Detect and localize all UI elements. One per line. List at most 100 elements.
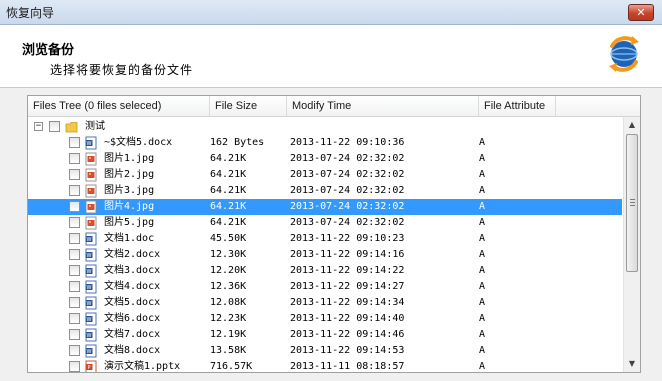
file-name: 文档5.docx — [104, 297, 161, 308]
file-name: 文档4.docx — [104, 281, 161, 292]
image-file-icon — [85, 216, 97, 230]
file-row[interactable]: W 文档1.doc 45.50K 2013-11-22 09:10:23 A — [28, 231, 622, 247]
file-checkbox[interactable] — [69, 265, 80, 276]
file-row[interactable]: W 文档2.docx 12.30K 2013-11-22 09:14:16 A — [28, 247, 622, 263]
scroll-up-arrow[interactable]: ▲ — [626, 119, 638, 131]
root-checkbox[interactable] — [49, 121, 60, 132]
file-row[interactable]: W 文档4.docx 12.36K 2013-11-22 09:14:27 A — [28, 279, 622, 295]
column-header-bar: Files Tree (0 files seleced) File Size M… — [28, 96, 640, 117]
file-row[interactable]: W 文档7.docx 12.19K 2013-11-22 09:14:46 A — [28, 327, 622, 343]
file-attribute: A — [479, 313, 486, 324]
file-row[interactable]: 图片1.jpg 64.21K 2013-07-24 02:32:02 A — [28, 151, 622, 167]
file-row[interactable]: 图片2.jpg 64.21K 2013-07-24 02:32:02 A — [28, 167, 622, 183]
tree-root-row[interactable]: − 测试 — [28, 119, 622, 135]
file-modify-time: 2013-07-24 02:32:02 — [290, 201, 405, 212]
file-modify-time: 2013-11-22 09:14:34 — [290, 297, 405, 308]
file-checkbox[interactable] — [69, 169, 80, 180]
recovery-wizard-window: 恢复向导 ✕ 浏览备份 选择将要恢复的备份文件 Files Tree (0 fi… — [0, 0, 662, 381]
wizard-header: 浏览备份 选择将要恢复的备份文件 — [0, 25, 662, 88]
column-header-file-attribute[interactable]: File Attribute — [479, 96, 556, 116]
file-checkbox[interactable] — [69, 249, 80, 260]
file-size: 12.36K — [210, 281, 247, 292]
file-attribute: A — [479, 361, 486, 372]
column-header-file-size[interactable]: File Size — [210, 96, 287, 116]
file-name: ~$文档5.docx — [104, 137, 173, 148]
file-size: 12.23K — [210, 313, 247, 324]
page-title: 浏览备份 — [22, 43, 75, 58]
word-document-icon: W — [85, 248, 97, 262]
file-name: 图片4.jpg — [104, 201, 155, 212]
file-name: 图片5.jpg — [104, 217, 155, 228]
file-size: 12.30K — [210, 249, 247, 260]
file-attribute: A — [479, 233, 486, 244]
file-size: 12.20K — [210, 265, 247, 276]
image-file-icon — [85, 200, 97, 214]
file-row[interactable]: 图片5.jpg 64.21K 2013-07-24 02:32:02 A — [28, 215, 622, 231]
file-row[interactable]: W 文档5.docx 12.08K 2013-11-22 09:14:34 A — [28, 295, 622, 311]
file-attribute: A — [479, 137, 486, 148]
file-size: 45.50K — [210, 233, 247, 244]
file-checkbox[interactable] — [69, 153, 80, 164]
word-document-icon: W — [85, 280, 97, 294]
file-checkbox[interactable] — [69, 233, 80, 244]
file-row[interactable]: W 文档3.docx 12.20K 2013-11-22 09:14:22 A — [28, 263, 622, 279]
file-modify-time: 2013-07-24 02:32:02 — [290, 185, 405, 196]
svg-text:W: W — [87, 317, 92, 323]
file-checkbox[interactable] — [69, 297, 80, 308]
file-row[interactable]: W 文档8.docx 13.58K 2013-11-22 09:14:53 A — [28, 343, 622, 359]
column-header-files-tree[interactable]: Files Tree (0 files seleced) — [28, 96, 210, 116]
file-size: 64.21K — [210, 153, 247, 164]
svg-text:W: W — [87, 349, 92, 355]
file-checkbox[interactable] — [69, 185, 80, 196]
title-bar[interactable]: 恢复向导 ✕ — [0, 0, 662, 25]
svg-text:W: W — [87, 301, 92, 307]
file-checkbox[interactable] — [69, 361, 80, 372]
svg-text:W: W — [87, 333, 92, 339]
file-checkbox[interactable] — [69, 329, 80, 340]
file-size: 64.21K — [210, 201, 247, 212]
scroll-down-arrow[interactable]: ▼ — [626, 358, 638, 370]
file-modify-time: 2013-11-22 09:10:36 — [290, 137, 405, 148]
folder-icon — [65, 122, 78, 133]
file-name: 文档2.docx — [104, 249, 161, 260]
close-button[interactable]: ✕ — [628, 4, 654, 21]
file-modify-time: 2013-07-24 02:32:02 — [290, 169, 405, 180]
file-attribute: A — [479, 297, 486, 308]
word-document-icon: W — [85, 328, 97, 342]
word-document-icon: W — [85, 264, 97, 278]
file-modify-time: 2013-11-22 09:14:27 — [290, 281, 405, 292]
file-modify-time: 2013-07-24 02:32:02 — [290, 217, 405, 228]
column-header-modify-time[interactable]: Modify Time — [287, 96, 479, 116]
file-row[interactable]: W 文档6.docx 12.23K 2013-11-22 09:14:40 A — [28, 311, 622, 327]
svg-text:P: P — [87, 365, 90, 371]
scroll-thumb[interactable] — [626, 134, 638, 272]
collapse-expander[interactable]: − — [34, 122, 43, 131]
svg-text:W: W — [87, 237, 92, 243]
file-row[interactable]: P 演示文稿1.pptx 716.57K 2013-11-11 08:18:57 A — [28, 359, 622, 372]
file-attribute: A — [479, 329, 486, 340]
file-attribute: A — [479, 265, 486, 276]
file-modify-time: 2013-11-22 09:14:22 — [290, 265, 405, 276]
file-attribute: A — [479, 249, 486, 260]
file-checkbox[interactable] — [69, 137, 80, 148]
file-checkbox[interactable] — [69, 281, 80, 292]
vertical-scrollbar[interactable]: ▲ ▼ — [623, 117, 640, 372]
page-subtitle: 选择将要恢复的备份文件 — [50, 63, 194, 77]
file-size: 64.21K — [210, 185, 247, 196]
powerpoint-file-icon: P — [85, 360, 97, 372]
word-document-icon: W — [85, 344, 97, 358]
word-document-icon: W — [85, 136, 97, 150]
file-attribute: A — [479, 169, 486, 180]
file-tree-panel: Files Tree (0 files seleced) File Size M… — [27, 95, 641, 373]
file-size: 13.58K — [210, 345, 247, 356]
file-checkbox[interactable] — [69, 201, 80, 212]
file-size: 716.57K — [210, 361, 253, 372]
file-row[interactable]: W ~$文档5.docx 162 Bytes 2013-11-22 09:10:36 A — [28, 135, 622, 151]
svg-text:W: W — [87, 285, 92, 291]
file-checkbox[interactable] — [69, 313, 80, 324]
file-row[interactable]: 图片4.jpg 64.21K 2013-07-24 02:32:02 A — [28, 199, 622, 215]
file-checkbox[interactable] — [69, 217, 80, 228]
file-checkbox[interactable] — [69, 345, 80, 356]
file-row[interactable]: 图片3.jpg 64.21K 2013-07-24 02:32:02 A — [28, 183, 622, 199]
svg-text:W: W — [87, 253, 92, 259]
